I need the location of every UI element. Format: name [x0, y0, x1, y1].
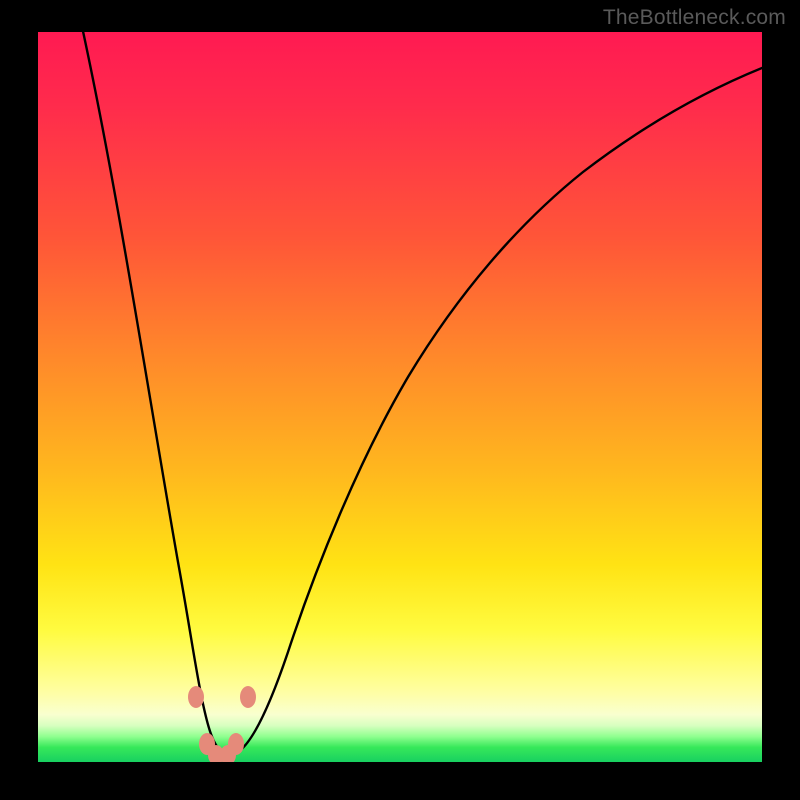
marker-dot — [240, 686, 256, 708]
marker-group — [188, 686, 256, 762]
curve-path — [81, 32, 762, 755]
watermark-text: TheBottleneck.com — [603, 6, 786, 30]
chart-frame: TheBottleneck.com — [0, 0, 800, 800]
bottleneck-curve — [38, 32, 762, 762]
marker-dot — [188, 686, 204, 708]
plot-area — [38, 32, 762, 762]
